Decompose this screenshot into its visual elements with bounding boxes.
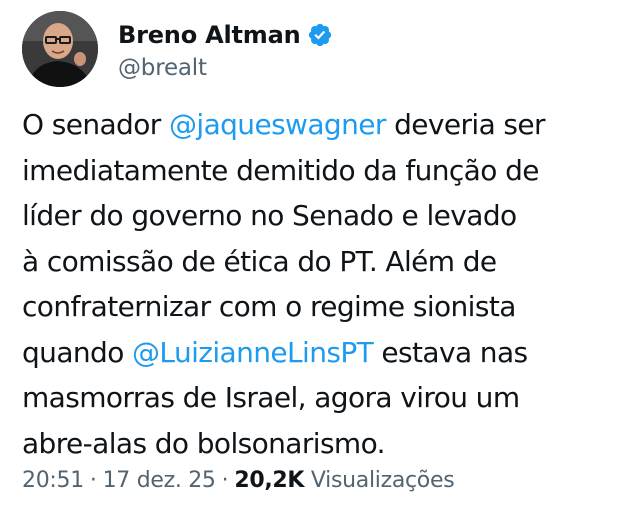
tweet-text-line: líder do governo no Senado e levado: [22, 193, 634, 239]
mention-link[interactable]: @LuizianneLinsPT: [132, 336, 374, 369]
views-count[interactable]: 20,2K: [234, 468, 304, 493]
display-name-row: Breno Altman: [118, 17, 333, 53]
tweet-text-segment: estava nas: [373, 335, 528, 369]
author-names: Breno Altman @brealt: [118, 17, 333, 81]
avatar-image: [22, 11, 98, 87]
tweet-text-segment: O senador: [22, 108, 169, 141]
tweet-date[interactable]: 17 dez. 25: [103, 468, 216, 493]
tweet-text-line: imediatamente demitido da função de: [22, 148, 634, 194]
tweet-meta: 20:51 · 17 dez. 25 · 20,2K Visualizações: [22, 468, 455, 493]
tweet-time[interactable]: 20:51: [22, 468, 84, 493]
views-label[interactable]: Visualizações: [311, 468, 455, 493]
tweet-text: O senador @jaqueswagner deveria ser imedi…: [22, 102, 634, 466]
meta-separator: ·: [89, 468, 97, 493]
tweet: Breno Altman @brealt O senador @jaqueswa…: [0, 0, 638, 515]
tweet-text-line: abre-alas do bolsonarismo.: [22, 421, 634, 467]
tweet-text-line: à comissão de ética do PT. Além de: [22, 239, 634, 285]
verified-badge-icon[interactable]: [307, 22, 333, 48]
tweet-text-segment: confraternizar com o regime sionista: [22, 290, 516, 323]
tweet-header: Breno Altman @brealt: [22, 11, 333, 87]
tweet-text-line: quando @LuizianneLinsPT estava nas: [22, 330, 634, 376]
tweet-text-segment: líder do governo no Senado e levado: [22, 199, 517, 232]
tweet-text-segment: deveria ser: [385, 108, 545, 141]
tweet-text-segment: abre-alas do bolsonarismo.: [22, 426, 386, 460]
tweet-text-segment: à comissão de ética do PT. Além de: [22, 244, 497, 278]
tweet-text-line: O senador @jaqueswagner deveria ser: [22, 102, 634, 148]
tweet-text-segment: quando: [22, 335, 133, 369]
tweet-text-line: confraternizar com o regime sionista: [22, 284, 634, 330]
tweet-text-segment: masmorras de Israel, agora virou um: [22, 381, 520, 414]
meta-separator: ·: [221, 468, 229, 493]
mention-link[interactable]: @jaqueswagner: [169, 108, 386, 141]
tweet-text-line: masmorras de Israel, agora virou um: [22, 375, 634, 421]
display-name[interactable]: Breno Altman: [118, 21, 301, 49]
author-handle[interactable]: @brealt: [118, 55, 333, 81]
avatar[interactable]: [22, 11, 98, 87]
tweet-text-segment: imediatamente demitido da função de: [22, 153, 539, 187]
